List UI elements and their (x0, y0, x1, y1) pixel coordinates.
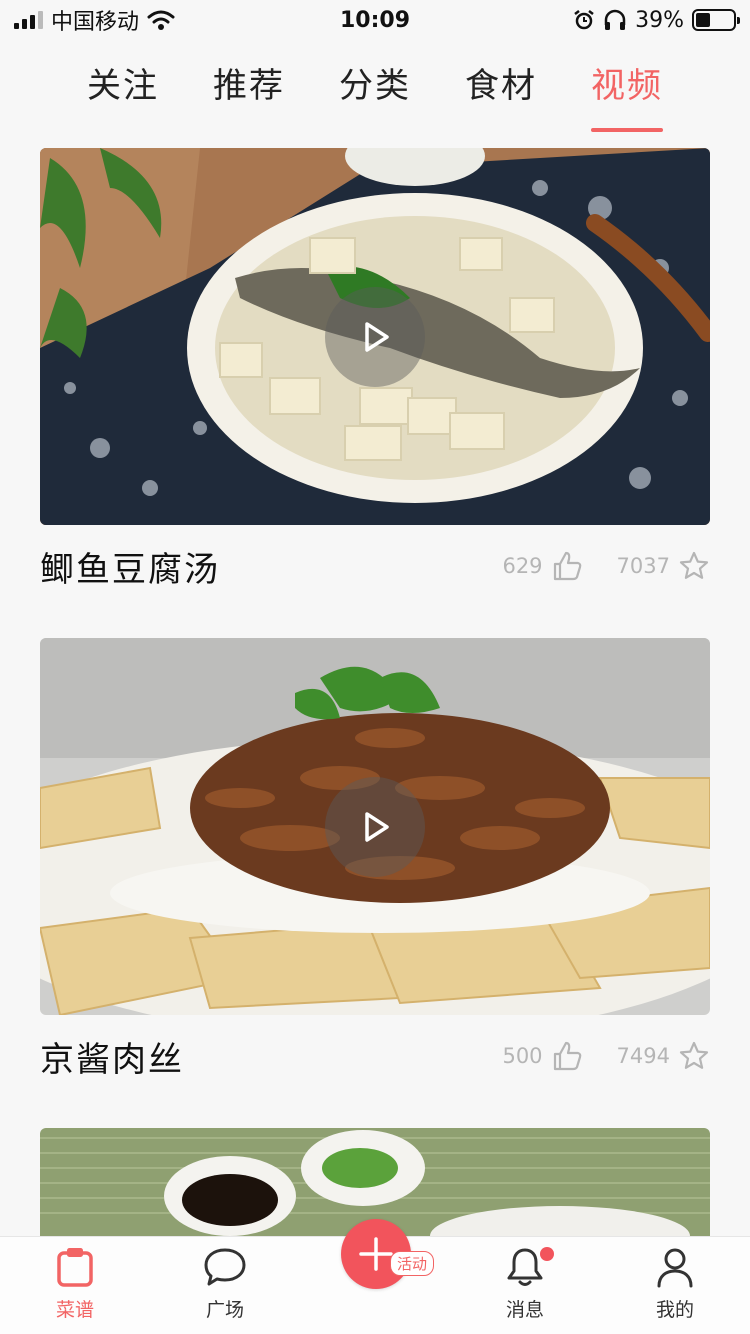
play-button[interactable] (325, 286, 425, 387)
signal-icon (14, 11, 43, 29)
speech-bubble-icon (204, 1248, 246, 1286)
star-icon (679, 551, 709, 579)
tabbar-label: 广场 (205, 1299, 244, 1321)
tabbar-item-profile[interactable]: 我的 (600, 1237, 750, 1334)
tab-recommended[interactable]: 推荐 (213, 58, 285, 118)
tabbar-item-add[interactable]: 活动 (300, 1219, 450, 1334)
tab-follow[interactable]: 关注 (87, 58, 159, 118)
thumbs-up-icon (553, 551, 581, 581)
play-icon (365, 811, 389, 842)
alarm-icon (574, 10, 594, 30)
like-button[interactable]: 500 (502, 1040, 582, 1072)
bottom-tab-bar: 菜谱 广场 活动 消息 我的 (0, 1219, 750, 1334)
tabbar-label: 我的 (655, 1299, 694, 1321)
play-button[interactable] (325, 776, 425, 877)
wifi-icon (147, 10, 175, 30)
tabbar-item-plaza[interactable]: 广场 (150, 1237, 300, 1334)
recipe-title[interactable]: 鲫鱼豆腐汤 (40, 542, 220, 591)
tab-video[interactable]: 视频 (591, 58, 663, 132)
video-card: 京酱肉丝 500 7494 (40, 638, 710, 1097)
clipboard-icon (57, 1248, 93, 1287)
favorite-count: 7037 (616, 554, 670, 578)
play-icon (365, 321, 389, 352)
person-icon (657, 1248, 693, 1288)
favorite-button[interactable]: 7494 (617, 1040, 710, 1072)
clock: 10:09 (339, 7, 411, 33)
status-left: 中国移动 (14, 4, 274, 36)
star-icon (679, 1041, 709, 1069)
battery-fill (696, 13, 711, 27)
favorite-count: 7494 (616, 1044, 670, 1068)
battery-icon (692, 9, 740, 31)
status-right: 39% (476, 7, 740, 33)
video-thumbnail[interactable] (40, 148, 710, 525)
tabbar-label: 消息 (505, 1299, 544, 1321)
card-stats: 629 7037 (502, 550, 710, 582)
notification-dot (540, 1247, 554, 1261)
like-count: 629 (502, 554, 543, 578)
tabbar-item-recipes[interactable]: 菜谱 (0, 1237, 150, 1334)
headphones-icon (604, 9, 626, 30)
video-card: 鲫鱼豆腐汤 629 7037 (40, 148, 710, 607)
carrier-label: 中国移动 (51, 10, 140, 35)
tabbar-item-messages[interactable]: 消息 (450, 1237, 600, 1334)
tabbar-label: 菜谱 (55, 1299, 94, 1321)
card-info: 鲫鱼豆腐汤 629 7037 (40, 525, 710, 607)
favorite-button[interactable]: 7037 (617, 550, 710, 582)
card-info: 京酱肉丝 500 7494 (40, 1015, 710, 1097)
thumbs-up-icon (553, 1041, 581, 1071)
activity-badge[interactable]: 活动 (390, 1251, 435, 1276)
like-count: 500 (502, 1044, 543, 1068)
like-button[interactable]: 629 (502, 550, 582, 582)
card-stats: 500 7494 (502, 1040, 710, 1072)
status-bar: 中国移动 10:09 39% (0, 0, 750, 40)
tab-ingredients[interactable]: 食材 (465, 58, 537, 118)
recipe-title[interactable]: 京酱肉丝 (40, 1032, 184, 1081)
video-thumbnail[interactable] (40, 638, 710, 1015)
battery-percent: 39% (635, 7, 684, 33)
category-tabs: 关注 推荐 分类 食材 视频 (0, 58, 750, 132)
tab-category[interactable]: 分类 (339, 58, 411, 118)
